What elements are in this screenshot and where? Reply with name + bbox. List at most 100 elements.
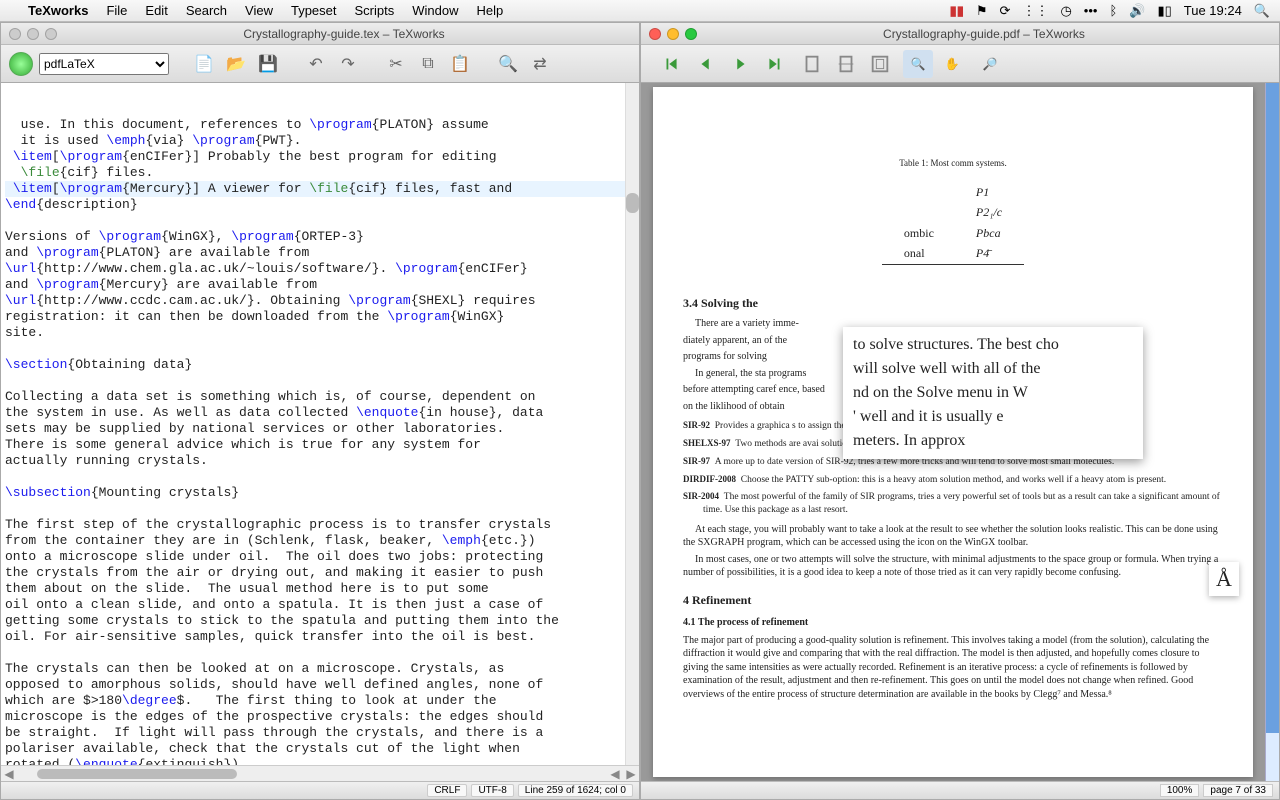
editor-line[interactable]: \end{description} (5, 197, 635, 213)
menu-file[interactable]: File (106, 3, 127, 18)
editor-line[interactable]: \file{cif} files. (5, 165, 635, 181)
pdf-vscrollbar[interactable] (1265, 83, 1279, 781)
open-icon[interactable]: 📂 (223, 51, 249, 77)
editor-line[interactable]: registration: it can then be downloaded … (5, 309, 635, 325)
pdf-page-indicator[interactable]: page 7 of 33 (1203, 784, 1273, 797)
new-icon[interactable]: 📄 (191, 51, 217, 77)
battery-icon[interactable]: ▮▯ (1157, 3, 1171, 19)
editor-line[interactable]: rotated (\enquote{extinguish}). (5, 757, 635, 765)
editor-line[interactable]: the crystals from the air or drying out,… (5, 565, 635, 581)
magnify-icon[interactable]: 🔍 (903, 50, 933, 78)
editor-line[interactable]: \section{Obtaining data} (5, 357, 635, 373)
save-icon[interactable]: 💾 (255, 51, 281, 77)
select-text-icon[interactable]: 🔎 (975, 50, 1005, 78)
editor-line[interactable]: it is used \emph{via} \program{PWT}. (5, 133, 635, 149)
editor-line[interactable]: Versions of \program{WinGX}, \program{OR… (5, 229, 635, 245)
close-button[interactable] (649, 28, 661, 40)
pdf-view[interactable]: Table 1: Most comm systems. P1 P2₁/c omb… (641, 83, 1279, 781)
editor-line[interactable]: sets may be supplied by national service… (5, 421, 635, 437)
editor-line[interactable]: Collecting a data set is something which… (5, 389, 635, 405)
editor-line[interactable]: from the container they are in (Schlenk,… (5, 533, 635, 549)
menu-typeset[interactable]: Typeset (291, 3, 337, 18)
editor-line[interactable]: getting some crystals to stick to the sp… (5, 613, 635, 629)
clock[interactable]: Tue 19:24 (1184, 3, 1242, 18)
editor-line[interactable]: which are $>180\degree$. The first thing… (5, 693, 635, 709)
editor-line[interactable] (5, 501, 635, 517)
paste-icon[interactable]: 📋 (447, 51, 473, 77)
app-name[interactable]: TeXworks (28, 3, 88, 18)
zoom-button[interactable] (45, 28, 57, 40)
editor-line[interactable]: The crystals can then be looked at on a … (5, 661, 635, 677)
find-icon[interactable]: 🔍 (495, 51, 521, 77)
menu-view[interactable]: View (245, 3, 273, 18)
editor-line[interactable] (5, 645, 635, 661)
cut-icon[interactable]: ✂ (383, 51, 409, 77)
menu-window[interactable]: Window (412, 3, 458, 18)
pdf-zoom[interactable]: 100% (1160, 784, 1200, 797)
redo-icon[interactable]: ↷ (335, 51, 361, 77)
editor-line[interactable]: use. In this document, references to \pr… (5, 117, 635, 133)
status-encoding[interactable]: UTF-8 (471, 784, 513, 797)
editor-line[interactable]: \item[\program{enCIFer}] Probably the be… (5, 149, 635, 165)
close-button[interactable] (9, 28, 21, 40)
editor-line[interactable]: microscope is the edges of the prospecti… (5, 709, 635, 725)
editor-line[interactable]: \subsection{Mounting crystals} (5, 485, 635, 501)
minimize-button[interactable] (667, 28, 679, 40)
editor-vscrollbar[interactable] (625, 83, 639, 765)
copy-icon[interactable]: ⧉ (415, 51, 441, 77)
menu-search[interactable]: Search (186, 3, 227, 18)
editor-line[interactable] (5, 213, 635, 229)
editor-line[interactable]: them about on the slide. The usual metho… (5, 581, 635, 597)
bluetooth-icon[interactable]: ᛒ (1109, 3, 1117, 18)
editor-line[interactable]: onto a microscope slide under oil. The o… (5, 549, 635, 565)
fit-window-icon[interactable] (865, 50, 895, 78)
zoom-button[interactable] (685, 28, 697, 40)
editor-area[interactable]: use. In this document, references to \pr… (1, 83, 639, 765)
editor-titlebar[interactable]: Crystallography-guide.tex – TeXworks (1, 23, 639, 45)
prev-page-icon[interactable] (691, 50, 721, 78)
actual-size-icon[interactable] (797, 50, 827, 78)
scroll-hand-icon[interactable]: ✋ (937, 50, 967, 78)
replace-icon[interactable]: ⇄ (527, 51, 553, 77)
editor-line[interactable]: \item[\program{Mercury}] A viewer for \f… (5, 181, 635, 197)
editor-line[interactable]: the system in use. As well as data colle… (5, 405, 635, 421)
editor-line[interactable] (5, 341, 635, 357)
pdf-titlebar[interactable]: Crystallography-guide.pdf – TeXworks (641, 23, 1279, 45)
editor-line[interactable]: site. (5, 325, 635, 341)
spotlight-icon[interactable]: 🔍 (1254, 3, 1270, 19)
first-page-icon[interactable] (657, 50, 687, 78)
undo-icon[interactable]: ↶ (303, 51, 329, 77)
volume-icon[interactable]: 🔊 (1129, 3, 1145, 19)
editor-line[interactable]: \url{http://www.ccdc.cam.ac.uk/}. Obtain… (5, 293, 635, 309)
fit-width-icon[interactable] (831, 50, 861, 78)
editor-line[interactable]: be straight. If light will pass through … (5, 725, 635, 741)
editor-line[interactable]: oil onto a clean slide, and onto a spatu… (5, 597, 635, 613)
last-page-icon[interactable] (759, 50, 789, 78)
editor-line[interactable]: and \program{PLATON} are available from (5, 245, 635, 261)
editor-line[interactable]: \url{http://www.chem.gla.ac.uk/~louis/so… (5, 261, 635, 277)
more-icon[interactable]: ••• (1084, 3, 1098, 18)
editor-line[interactable]: There is some general advice which is tr… (5, 437, 635, 453)
editor-line[interactable] (5, 469, 635, 485)
editor-line[interactable]: The first step of the crystallographic p… (5, 517, 635, 533)
typeset-button[interactable] (9, 52, 33, 76)
wifi-icon[interactable]: ⋮⋮ (1022, 3, 1048, 19)
editor-line[interactable]: opposed to amorphous solids, should have… (5, 677, 635, 693)
editor-hscrollbar[interactable]: ◀◀▶ (1, 765, 639, 781)
editor-line[interactable]: oil. For air-sensitive samples, quick tr… (5, 629, 635, 645)
pause-icon[interactable]: ▮▮ (950, 3, 964, 19)
next-page-icon[interactable] (725, 50, 755, 78)
menu-scripts[interactable]: Scripts (355, 3, 395, 18)
flag-icon[interactable]: ⚑ (976, 3, 988, 19)
editor-line[interactable]: and \program{Mercury} are available from (5, 277, 635, 293)
editor-line[interactable]: polariser available, check that the crys… (5, 741, 635, 757)
minimize-button[interactable] (27, 28, 39, 40)
editor-line[interactable] (5, 373, 635, 389)
menu-edit[interactable]: Edit (145, 3, 167, 18)
status-eol[interactable]: CRLF (427, 784, 467, 797)
timemachine-icon[interactable]: ◷ (1060, 3, 1071, 19)
engine-select[interactable]: pdfLaTeX (39, 53, 169, 75)
editor-line[interactable]: actually running crystals. (5, 453, 635, 469)
menu-help[interactable]: Help (476, 3, 503, 18)
sync-icon[interactable]: ⟳ (1000, 3, 1011, 19)
